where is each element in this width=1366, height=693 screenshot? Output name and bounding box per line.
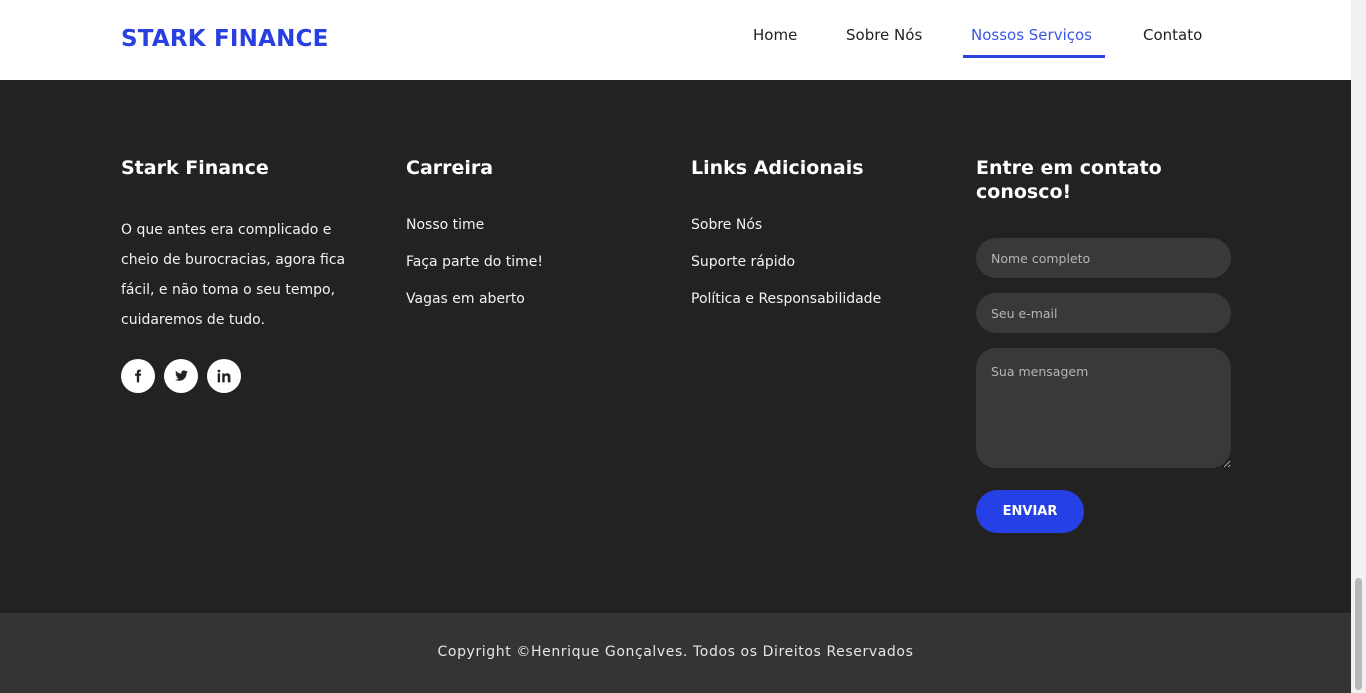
nav-link-home[interactable]: Home: [753, 26, 797, 58]
facebook-icon[interactable]: [121, 359, 155, 393]
copyright-bar: Copyright ©Henrique Gonçalves. Todos os …: [0, 613, 1351, 693]
twitter-glyph: [174, 370, 188, 381]
linkedin-icon[interactable]: [207, 359, 241, 393]
footer-about-title: Stark Finance: [121, 157, 269, 179]
active-nav-indicator: [963, 55, 1105, 58]
facebook-glyph: [135, 369, 142, 383]
brand-logo[interactable]: STARK FINANCE: [121, 26, 329, 52]
email-input[interactable]: [976, 293, 1231, 333]
link-politica[interactable]: Política e Responsabilidade: [691, 291, 881, 307]
name-input[interactable]: [976, 238, 1231, 278]
scrollbar-thumb[interactable]: [1355, 578, 1362, 690]
nav-link-sobre-nos[interactable]: Sobre Nós: [846, 26, 922, 58]
twitter-icon[interactable]: [164, 359, 198, 393]
link-sobre-nos[interactable]: Sobre Nós: [691, 217, 762, 233]
nav-link-nossos-servicos[interactable]: Nossos Serviços: [971, 26, 1092, 58]
link-vagas[interactable]: Vagas em aberto: [406, 291, 525, 307]
footer-links-title: Links Adicionais: [691, 157, 864, 179]
footer-about-text: O que antes era complicado e cheio de bu…: [121, 222, 346, 328]
footer-career-title: Carreira: [406, 157, 494, 179]
link-nosso-time[interactable]: Nosso time: [406, 217, 484, 233]
footer-contact-title: Entre em contato conosco!: [976, 157, 1162, 203]
send-button[interactable]: ENVIAR: [976, 490, 1084, 533]
nav-link-contato[interactable]: Contato: [1143, 26, 1202, 58]
linkedin-glyph: [217, 369, 231, 383]
link-suporte[interactable]: Suporte rápido: [691, 254, 795, 270]
message-textarea[interactable]: [976, 348, 1231, 468]
page-scrollbar[interactable]: [1351, 0, 1366, 693]
site-header: STARK FINANCE Home Sobre Nós Nossos Serv…: [0, 0, 1351, 80]
copyright-text: Copyright ©Henrique Gonçalves. Todos os …: [437, 644, 914, 660]
link-faca-parte[interactable]: Faça parte do time!: [406, 254, 543, 270]
